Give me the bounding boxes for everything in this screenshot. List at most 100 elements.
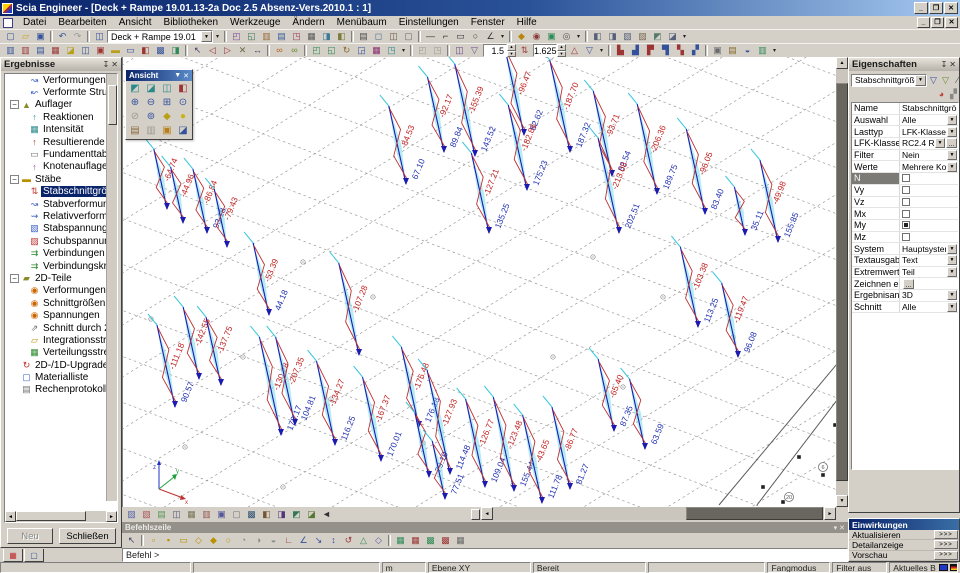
chevron-down-icon[interactable]: ▾ xyxy=(834,524,838,532)
settings-icon[interactable]: ▥ xyxy=(755,44,770,57)
close-button[interactable]: ✕ xyxy=(944,2,958,14)
action-row-vorschau[interactable]: Vorschau>>> xyxy=(849,551,959,561)
picture-up-icon[interactable]: ◩ xyxy=(289,508,304,521)
axis-lock-icon[interactable]: ↕ xyxy=(326,534,341,547)
vertical-scrollbar[interactable]: ▲ ▼ xyxy=(836,57,848,507)
results-3d-scene[interactable]: 620-64.74-44.96-86.8493.18-79.43-84.5367… xyxy=(123,57,836,507)
tree-item-schnittgrößen[interactable]: ◉Schnittgrößen xyxy=(5,297,117,309)
menu-item-menübaum[interactable]: Menübaum xyxy=(331,16,393,29)
picture-left-icon[interactable]: ◧ xyxy=(259,508,274,521)
column-icon[interactable]: ▤ xyxy=(33,44,48,57)
filter-apply-icon[interactable]: ▽ xyxy=(928,74,939,86)
picture-layers-icon[interactable]: ▩ xyxy=(244,508,259,521)
wireframe-mode-icon[interactable]: ▥ xyxy=(143,124,159,138)
tree-vertical-scrollbar[interactable] xyxy=(106,74,117,501)
tree-item-spannungen[interactable]: ◉Spannungen xyxy=(5,309,117,321)
library-icon[interactable]: ▤ xyxy=(725,44,740,57)
render-mode-icon[interactable]: ▤ xyxy=(127,124,143,138)
pencil-icon[interactable]: ∕ xyxy=(952,74,960,86)
result-diagram-icon-4[interactable]: ▜ xyxy=(658,44,673,57)
property-row-vy[interactable]: Vy xyxy=(852,185,958,197)
maximize-button[interactable]: ❐ xyxy=(929,2,943,14)
action-row-detailanzeige[interactable]: Detailanzeige>>> xyxy=(849,540,959,550)
view-yz-icon[interactable]: ◫ xyxy=(159,82,175,96)
angle-tool-icon[interactable]: ∠ xyxy=(483,30,498,43)
ortho-icon[interactable]: ∟ xyxy=(281,534,296,547)
property-row-schnitt[interactable]: SchnittAlle▼ xyxy=(852,302,958,314)
scroll-up-icon[interactable]: ▲ xyxy=(836,57,848,69)
export-icon[interactable]: ◫ xyxy=(386,30,401,43)
zoom-previous-icon[interactable]: ⊘ xyxy=(127,110,143,124)
menu-item-hilfe[interactable]: Hilfe xyxy=(511,16,543,29)
view-solid-icon[interactable]: ▧ xyxy=(620,30,635,43)
tree-item-stabschnittgrößen[interactable]: ⇅Stabschnittgrößen xyxy=(5,186,117,198)
light-bulb-icon[interactable]: ● xyxy=(175,110,191,124)
report-icon[interactable]: ▢ xyxy=(401,30,416,43)
offset-icon[interactable]: ◳ xyxy=(384,44,399,57)
section-up-icon[interactable]: △ xyxy=(567,44,582,57)
checkbox[interactable] xyxy=(902,174,910,182)
schliessen-button[interactable]: Schließen xyxy=(59,528,116,544)
scale-factor-icon[interactable]: ⇅ xyxy=(517,44,532,57)
picture-doc-icon[interactable]: ▧ xyxy=(139,508,154,521)
toolbar-dropdown-arrow-icon[interactable]: ▾ xyxy=(399,44,408,57)
mdi-restore-button[interactable]: ❐ xyxy=(931,17,944,28)
pointer-icon[interactable]: ↖ xyxy=(124,534,139,547)
window-cascade-icon[interactable]: ◳ xyxy=(430,44,445,57)
clipping-icon[interactable]: ◫ xyxy=(452,44,467,57)
chevron-down-icon[interactable]: ▼ xyxy=(935,138,945,148)
window-tab[interactable]: ▢ xyxy=(24,549,44,562)
menu-item-fenster[interactable]: Fenster xyxy=(465,16,511,29)
snap-mid-icon[interactable]: ▪ xyxy=(161,534,176,547)
paint-icon[interactable]: ◆ xyxy=(514,30,529,43)
checkbox[interactable] xyxy=(902,221,910,229)
neu-button[interactable]: Neu xyxy=(7,528,53,544)
chevron-down-icon[interactable]: ▼ xyxy=(201,31,212,42)
scroll-right-icon[interactable]: ► xyxy=(106,511,117,522)
tree-item-verformungen[interactable]: ↝Verformungen xyxy=(5,74,117,86)
ratio-spinner[interactable]: 1.625▲▼ xyxy=(533,44,566,57)
grid-icon[interactable]: ▣ xyxy=(544,30,559,43)
picture-window-icon[interactable]: ◫ xyxy=(169,508,184,521)
tree-item-stabverformungen[interactable]: ↝Stabverformungen xyxy=(5,198,117,210)
vertical-scroll-thumb[interactable] xyxy=(836,83,848,481)
menu-item-bibliotheken[interactable]: Bibliotheken xyxy=(158,16,224,29)
open-folder-icon[interactable]: ▱ xyxy=(18,30,33,43)
save-icon[interactable]: ▣ xyxy=(33,30,48,43)
dot-grid-icon[interactable]: ◇ xyxy=(371,534,386,547)
ellipsis-button[interactable]: … xyxy=(946,138,957,148)
mirror-icon[interactable]: ◱ xyxy=(324,44,339,57)
snap-grid-icon[interactable]: ◒ xyxy=(266,534,281,547)
help-pointer-icon[interactable]: ◒ xyxy=(740,44,755,57)
gallery-icon[interactable]: ◳ xyxy=(289,30,304,43)
chevron-down-icon[interactable]: ▼ xyxy=(947,162,957,172)
tree-item-stäbe[interactable]: −▬Stäbe xyxy=(5,173,117,185)
menu-item-werkzeuge[interactable]: Werkzeuge xyxy=(224,16,286,29)
property-row-textausgabe[interactable]: TextausgabeText▼ xyxy=(852,255,958,267)
raster-red2-icon[interactable]: ▩ xyxy=(438,534,453,547)
tree-item-verbindungskräfte[interactable]: ⇉Verbindungskräfte xyxy=(5,260,117,272)
view-xz-icon[interactable]: ◪ xyxy=(143,82,159,96)
beam-icon[interactable]: ▥ xyxy=(3,44,18,57)
tree-horizontal-scrollbar[interactable]: ◄► xyxy=(5,511,117,522)
property-row-auswahl[interactable]: AuswahlAlle▼ xyxy=(852,115,958,127)
polyline-tool-icon[interactable]: ⌐ xyxy=(438,30,453,43)
mdi-close-button[interactable]: ✕ xyxy=(945,17,958,28)
deselect-icon[interactable]: ◁ xyxy=(205,44,220,57)
tree-item-schnitt-durch-2d-teil[interactable]: ⇗Schnitt durch 2D-Teil xyxy=(5,322,117,334)
toolbar-dropdown-arrow-icon[interactable]: ▾ xyxy=(574,30,583,43)
tree-expand-icon[interactable]: − xyxy=(10,274,19,283)
pin-icon[interactable]: ↧ xyxy=(941,60,948,69)
undo-icon[interactable]: ↶ xyxy=(55,30,70,43)
property-row-lfk-klasse[interactable]: LFK-KlasseRC2.4 Rampe▼… xyxy=(852,138,958,150)
node-icon[interactable]: ▣ xyxy=(93,44,108,57)
tree-item-verformte-struktur[interactable]: ↜Verformte Struktur xyxy=(5,86,117,98)
result-diagram-icon-3[interactable]: ▛ xyxy=(643,44,658,57)
ellipsis-button[interactable]: … xyxy=(903,279,914,289)
action-row-aktualisieren[interactable]: Aktualisieren>>> xyxy=(849,530,959,540)
chevron-down-icon[interactable]: ▼ xyxy=(947,115,957,125)
chevron-down-icon[interactable]: ▼ xyxy=(947,267,957,277)
tree-item-schubspannung[interactable]: ▨Schubspannung xyxy=(5,235,117,247)
collapse-arrow-icon[interactable]: ◄ xyxy=(319,508,334,521)
new-document-icon[interactable]: ▢ xyxy=(3,30,18,43)
